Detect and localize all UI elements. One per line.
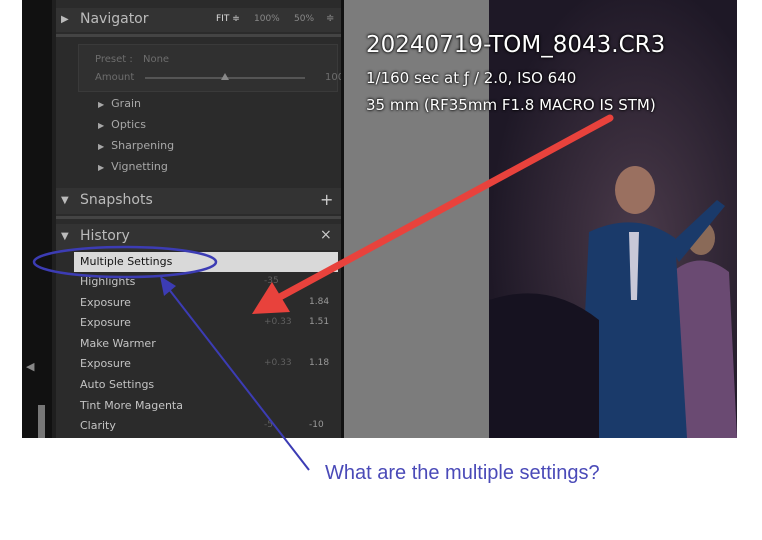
highlight-ellipse: [32, 245, 218, 279]
red-arrow-line: [274, 114, 614, 302]
annotation-overlay: [32, 114, 614, 471]
blue-arrow-line: [167, 287, 310, 471]
annotation-question: What are the multiple settings?: [325, 462, 600, 484]
blue-arrowhead: [160, 276, 176, 296]
